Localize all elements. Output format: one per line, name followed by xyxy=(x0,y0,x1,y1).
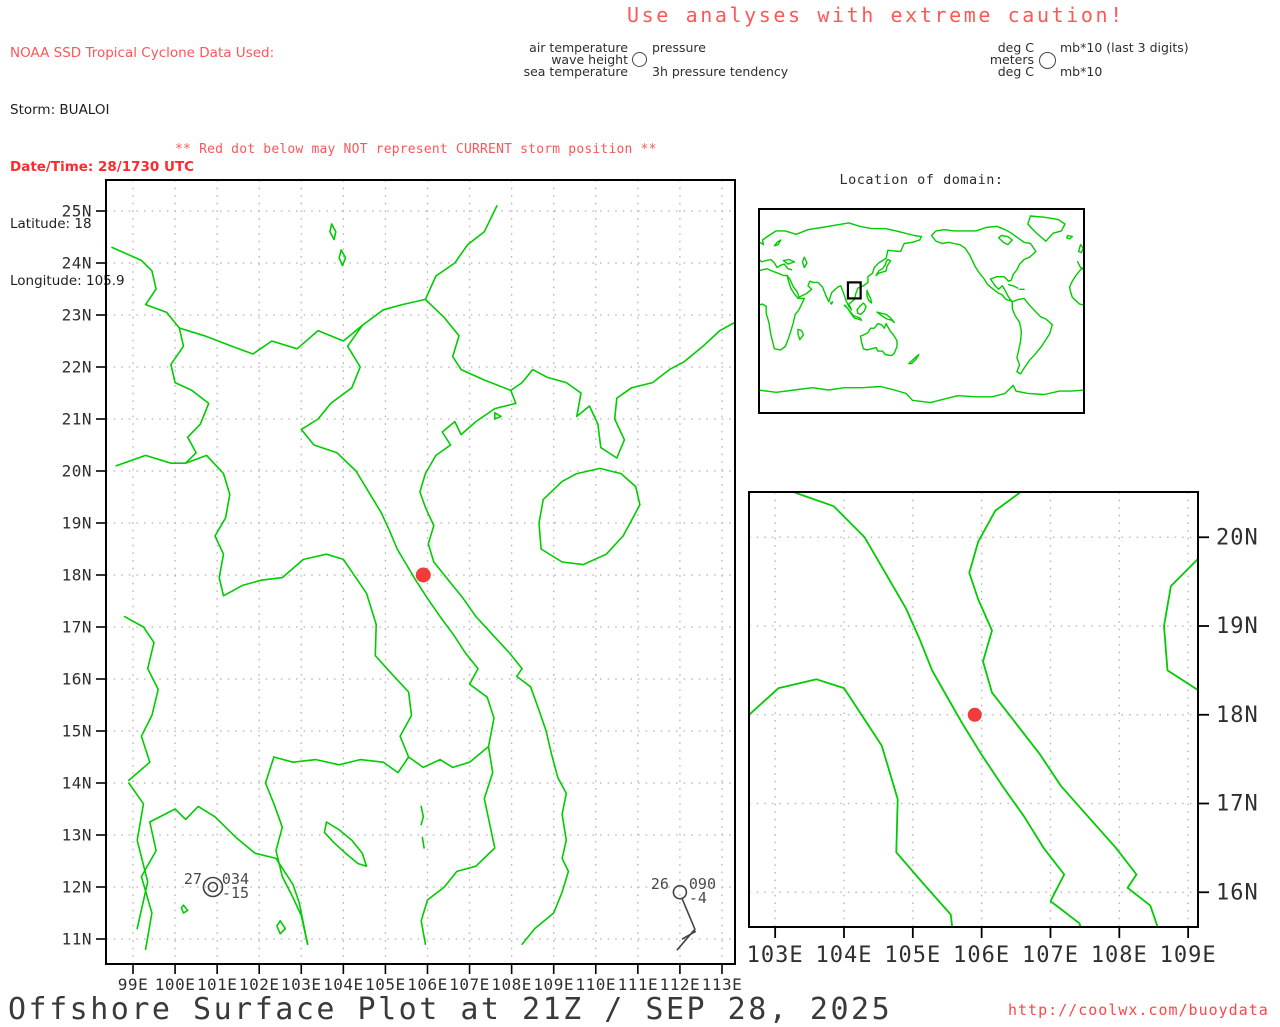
source-url: http://coolwx.com/buoydata xyxy=(1008,1001,1269,1019)
coastline-path xyxy=(759,274,805,351)
coastline-path xyxy=(123,615,159,782)
lat-tick-label: 16N xyxy=(1216,880,1259,905)
coastline-path xyxy=(419,389,570,945)
red-dot-note: ** Red dot below may NOT represent CURRE… xyxy=(175,142,657,157)
lon-tick-label: 106E xyxy=(953,943,1010,968)
coastline-path xyxy=(876,311,895,324)
coastline-path xyxy=(361,298,512,392)
coastline-path xyxy=(759,222,923,311)
coastline-path xyxy=(111,246,210,464)
coastline-path xyxy=(276,920,287,935)
storm-name-line: Storm: BUALOI xyxy=(10,102,110,118)
coastline-path xyxy=(801,256,808,269)
coastline-path xyxy=(1008,284,1019,289)
lat-tick-label: 11N xyxy=(62,930,92,949)
coastline-layer xyxy=(759,215,1084,404)
lat-tick-label: 14N xyxy=(62,774,92,793)
coastline-path xyxy=(128,782,149,930)
coastline-path xyxy=(908,353,920,365)
coastline-path xyxy=(300,324,496,945)
station-air-temp: 26 xyxy=(651,875,669,893)
lat-tick-label: 18N xyxy=(1216,703,1259,728)
coastline-path xyxy=(178,324,364,355)
coastline-path xyxy=(822,116,832,143)
coastline-path xyxy=(510,321,735,459)
caution-headline: Use analyses with extreme caution! xyxy=(627,3,1125,27)
data-source-line: NOAA SSD Tropical Cyclone Data Used: xyxy=(10,45,275,61)
coastline-path xyxy=(856,302,867,316)
lat-tick-label: 21N xyxy=(62,410,92,429)
station-air-temp: 27 xyxy=(184,870,202,888)
coastline-path xyxy=(180,904,189,914)
station-circle-icon xyxy=(632,52,647,67)
coastline-path xyxy=(968,492,1159,927)
lat-tick-label: 15N xyxy=(62,722,92,741)
regional-map-inset: 103E 104E 105E 106E 107E 108E 109E 16N 17N 18N 19N… xyxy=(747,491,1259,968)
coastline-path xyxy=(1066,234,1073,240)
world-inset-title: Location of domain: xyxy=(839,172,1004,188)
coastline-path xyxy=(773,239,782,247)
world-map-inset xyxy=(758,208,1085,414)
storm-position-dot xyxy=(415,567,431,583)
coastline-path xyxy=(538,467,641,566)
legend-pressure-label: pressure xyxy=(652,40,706,55)
coastline-path xyxy=(1077,243,1084,254)
coastline-path xyxy=(998,234,1013,246)
lat-tick-label: 13N xyxy=(62,826,92,845)
lat-tick-label: 18N xyxy=(62,566,92,585)
coastline-path xyxy=(866,289,873,304)
domain-box xyxy=(846,281,862,300)
lat-tick-label: 17N xyxy=(62,618,92,637)
lat-tick-label: 19N xyxy=(1216,614,1259,639)
lon-tick-label: 103E xyxy=(747,943,804,968)
legend-sea-temp-label: sea temperature xyxy=(523,64,628,79)
coastline-path xyxy=(424,205,498,301)
lon-tick-label: 105E xyxy=(884,943,941,968)
coastline-path xyxy=(1027,215,1066,242)
lat-tick-label: 17N xyxy=(1216,792,1259,817)
coastline-path xyxy=(875,258,892,277)
station-plot: 27 034-15 xyxy=(184,870,249,902)
coastline-path xyxy=(830,301,834,305)
storm-position-dot xyxy=(967,707,982,722)
coastline-path xyxy=(338,249,347,267)
lat-tick-label: 23N xyxy=(62,306,92,325)
coastline-path xyxy=(782,258,795,265)
coastline-path xyxy=(494,412,502,420)
legend-sea-temp-unit: deg C xyxy=(997,64,1034,79)
legend-pressure-unit: mb*10 (last 3 digits) xyxy=(1060,40,1189,55)
coastline-path xyxy=(1068,268,1084,306)
plot-title: Offshore Surface Plot at 21Z / SEP 28, 2… xyxy=(8,992,893,1027)
lat-tick-label: 24N xyxy=(62,254,92,273)
legend-tendency-label: 3h pressure tendency xyxy=(652,64,789,79)
main-map: 99E 100E 101E 102E 103E 104E 105E 106E 107E 108E 1… xyxy=(62,179,742,994)
lat-tick-label: 20N xyxy=(62,462,92,481)
coastline-path xyxy=(1092,438,1102,449)
legend-tendency-unit: mb*10 xyxy=(1060,64,1103,79)
coastline-path xyxy=(273,745,490,774)
coastline-path xyxy=(323,821,368,867)
lon-tick-label: 108E xyxy=(1091,943,1148,968)
lon-tick-label: 107E xyxy=(1022,943,1079,968)
lon-tick-label: 109E xyxy=(1160,943,1217,968)
lat-tick-label: 22N xyxy=(62,358,92,377)
coastline-path xyxy=(420,805,425,826)
station-circle-icon xyxy=(1039,52,1056,69)
coastline-path xyxy=(759,384,1084,404)
coastline-path xyxy=(797,328,805,341)
station-pressure-tendency: -15 xyxy=(222,884,249,902)
coastline-path xyxy=(930,225,1037,303)
coastline-path xyxy=(1118,280,1280,515)
coastline-path xyxy=(1011,297,1053,375)
lat-tick-label: 20N xyxy=(1216,525,1259,550)
lon-tick-label: 104E xyxy=(815,943,872,968)
lat-tick-label: 19N xyxy=(62,514,92,533)
lat-tick-label: 25N xyxy=(62,202,92,221)
coastline-path xyxy=(859,322,898,357)
lat-tick-label: 12N xyxy=(62,878,92,897)
coastline-path xyxy=(115,454,413,758)
lat-tick-label: 16N xyxy=(62,670,92,689)
coastline-path xyxy=(421,836,425,849)
coastline-path xyxy=(329,223,337,241)
